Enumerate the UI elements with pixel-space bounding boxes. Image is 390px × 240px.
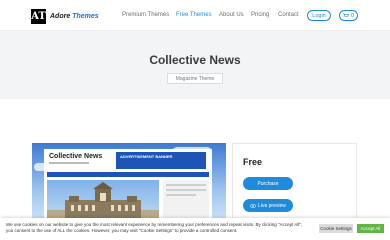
preview-sidebar-line bbox=[166, 184, 206, 186]
cookie-message: We use cookies on our website to give yo… bbox=[6, 222, 303, 233]
logo-word-1: Adore bbox=[50, 12, 71, 20]
preview-brand: Collective News bbox=[49, 153, 103, 160]
login-button[interactable]: Login bbox=[307, 10, 331, 21]
accept-all-button[interactable]: Accept All bbox=[357, 224, 384, 233]
cart-button[interactable]: 0 bbox=[339, 10, 358, 21]
live-preview-button[interactable]: Live preview bbox=[243, 199, 293, 212]
nav-free-themes[interactable]: Free Themes bbox=[176, 12, 212, 18]
preview-sidebar-line bbox=[166, 189, 206, 191]
nav-about-us[interactable]: About Us bbox=[219, 12, 244, 18]
logo-mark: AT bbox=[31, 8, 46, 24]
top-navbar: AT Adore Themes Premium Themes Free Them… bbox=[0, 0, 390, 31]
theme-category-badge[interactable]: Magazine Theme bbox=[167, 73, 223, 84]
page-title: Collective News bbox=[149, 53, 241, 67]
preview-site-mockup: Collective News ADVERTISEMENT BANNER bbox=[44, 149, 212, 229]
preview-ad-banner: ADVERTISEMENT BANNER bbox=[116, 152, 206, 169]
live-preview-label: Live preview bbox=[258, 202, 286, 209]
cart-icon bbox=[342, 13, 349, 17]
theme-preview-image[interactable]: Collective News ADVERTISEMENT BANNER bbox=[32, 143, 226, 229]
logo-text: Adore Themes bbox=[50, 13, 99, 20]
purchase-button[interactable]: Purchase bbox=[243, 177, 293, 190]
cart-count: 0 bbox=[350, 12, 355, 19]
nav-pricing[interactable]: Pricing bbox=[251, 12, 269, 18]
preview-navbar bbox=[47, 172, 209, 177]
nav-premium-themes[interactable]: Premium Themes bbox=[122, 12, 169, 18]
logo-word-2: Themes bbox=[72, 12, 99, 20]
site-logo[interactable]: AT Adore Themes bbox=[31, 8, 99, 24]
cookie-settings-button[interactable]: Cookie Settings bbox=[319, 224, 353, 233]
preview-sidebar-line bbox=[166, 194, 196, 196]
cookie-banner: We use cookies on our website to give yo… bbox=[0, 218, 390, 240]
nav-contact[interactable]: Contact bbox=[278, 12, 299, 18]
eye-icon bbox=[250, 203, 257, 208]
price-label: Free bbox=[243, 157, 263, 167]
preview-tagline-bar bbox=[49, 162, 89, 164]
